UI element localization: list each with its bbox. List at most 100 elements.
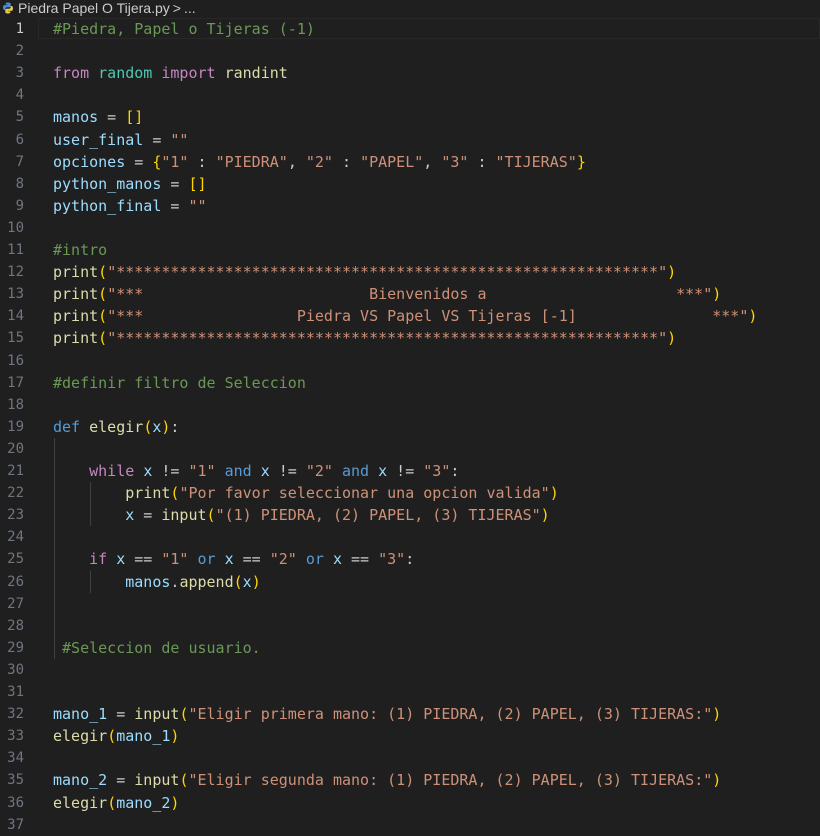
code-line[interactable]: 23 x = input("(1) PIEDRA, (2) PAPEL, (3)… [0, 504, 820, 526]
code-token: #Seleccion de usuario. [62, 638, 261, 657]
code-line[interactable]: 35 mano_2 = input("Eligir segunda mano: (… [0, 769, 820, 791]
code-line[interactable]: 7 opciones = {"1" : "PIEDRA", "2" : "PAPE… [0, 151, 820, 173]
code-line[interactable]: 12 print("*******************************… [0, 261, 820, 283]
code-line[interactable]: 15 print("*******************************… [0, 327, 820, 349]
code-line[interactable]: 13 print("*** Bienvenidos a ***") [0, 283, 820, 305]
line-number: 36 [7, 794, 24, 811]
indent-guide [54, 437, 55, 659]
code-line[interactable]: 27 [0, 593, 820, 615]
code-line[interactable]: 33 elegir(mano_1) [0, 725, 820, 747]
code-line[interactable]: 22 print("Por favor seleccionar una opci… [0, 482, 820, 504]
line-number: 6 [15, 131, 24, 148]
code-line[interactable]: 34 [0, 747, 820, 769]
code-token: x [116, 550, 126, 569]
code-token: ) [667, 329, 677, 348]
breadcrumb: Piedra Papel O Tijera.py >... [0, 0, 820, 17]
code-token: #Piedra, Papel o Tijeras (-1) [53, 20, 315, 38]
code-line[interactable]: 5 manos = [] [0, 106, 820, 128]
code-token: "3" [423, 462, 451, 480]
code-token: = [134, 506, 162, 525]
code-line[interactable]: 18 [0, 394, 820, 416]
code-text: from random import randint [53, 62, 288, 84]
code-token: == [125, 550, 162, 569]
code-line[interactable]: 28 [0, 615, 820, 637]
code-line[interactable]: 25 if x == "1" or x == "2" or x == "3": [0, 548, 820, 570]
code-token: or [305, 550, 324, 569]
code-token: x [224, 550, 234, 569]
line-number: 30 [7, 661, 24, 678]
code-token: ) [748, 307, 758, 326]
code-line[interactable]: 21 while x != "1" and x != "2" and x != … [0, 460, 820, 482]
line-number: 27 [7, 595, 24, 612]
code-text: print("*** Piedra VS Papel VS Tijeras [-… [53, 305, 757, 327]
code-line[interactable]: 17 #definir filtro de Seleccion [0, 372, 820, 394]
code-line[interactable]: 16 [0, 350, 820, 372]
code-text: #Seleccion de usuario. [53, 637, 261, 659]
code-line[interactable]: 30 [0, 659, 820, 681]
code-token: ) [540, 506, 550, 525]
code-token: = [107, 771, 135, 790]
code-line[interactable]: 3 from random import randint [0, 62, 820, 84]
code-token: from [53, 64, 90, 83]
code-token: ) [712, 285, 722, 304]
code-token: "2" [305, 152, 333, 171]
code-line[interactable]: 37 [0, 814, 820, 836]
code-token: "3" [378, 550, 406, 569]
code-line[interactable]: 8 python_manos = [] [0, 173, 820, 195]
line-number: 19 [7, 418, 24, 435]
code-token: != [152, 462, 189, 480]
code-token: "TIJERAS" [495, 152, 577, 171]
code-line[interactable]: 9 python_final = "" [0, 195, 820, 217]
code-token: def [53, 417, 81, 436]
code-token: input [161, 506, 207, 525]
code-token: manos [53, 108, 99, 127]
code-token: #definir filtro de Seleccion [53, 373, 306, 392]
code-token: manos [125, 572, 171, 591]
code-token: "2" [305, 462, 333, 480]
code-line[interactable]: 10 [0, 217, 820, 239]
code-text: elegir(mano_1) [53, 725, 179, 747]
code-line[interactable]: 14 print("*** Piedra VS Papel VS Tijeras … [0, 305, 820, 327]
code-line[interactable]: 29 #Seleccion de usuario. [0, 637, 820, 659]
code-line[interactable]: 6 user_final = "" [0, 129, 820, 151]
code-line[interactable]: 20 [0, 438, 820, 460]
code-line[interactable]: 1 #Piedra, Papel o Tijeras (-1) [0, 18, 820, 40]
code-line[interactable]: 36 elegir(mano_2) [0, 792, 820, 814]
code-text: user_final = "" [53, 129, 188, 151]
code-text: elegir(mano_2) [53, 792, 179, 814]
code-text: python_final = "" [53, 195, 207, 217]
code-text: mano_1 = input("Eligir primera mano: (1)… [53, 703, 721, 725]
code-token: append [179, 572, 234, 591]
code-token: "*** Piedra VS Papel VS Tijeras [-1] ***… [107, 307, 749, 326]
code-editor[interactable]: 1 #Piedra, Papel o Tijeras (-1) 2 3 from ran… [0, 17, 820, 833]
line-number: 15 [7, 330, 24, 347]
code-line[interactable]: 31 [0, 681, 820, 703]
breadcrumb-file-name[interactable]: Piedra Papel O Tijera.py [18, 0, 170, 16]
code-text: #definir filtro de Seleccion [53, 372, 306, 394]
code-line[interactable]: 24 [0, 526, 820, 548]
code-token: x [242, 572, 252, 591]
breadcrumb-ellipsis[interactable]: ... [184, 0, 196, 16]
code-token: "*** Bienvenidos a ***" [107, 285, 713, 304]
code-token: "***************************************… [107, 263, 668, 282]
code-line[interactable]: 19 def elegir(x): [0, 416, 820, 438]
code-token: : [450, 462, 460, 480]
code-token: "PIEDRA" [215, 152, 288, 171]
code-text: print("*********************************… [53, 327, 676, 349]
code-line[interactable]: 11 #intro [0, 239, 820, 261]
code-token: print [53, 285, 99, 304]
code-line[interactable]: 26 manos.append(x) [0, 571, 820, 593]
code-token: x [378, 462, 388, 480]
code-line[interactable]: 32 mano_1 = input("Eligir primera mano: (… [0, 703, 820, 725]
code-line[interactable]: 2 [0, 40, 820, 62]
code-line[interactable]: 4 [0, 84, 820, 106]
code-token: "1" [161, 152, 189, 171]
code-token: = [161, 174, 189, 193]
line-number: 16 [7, 352, 24, 369]
